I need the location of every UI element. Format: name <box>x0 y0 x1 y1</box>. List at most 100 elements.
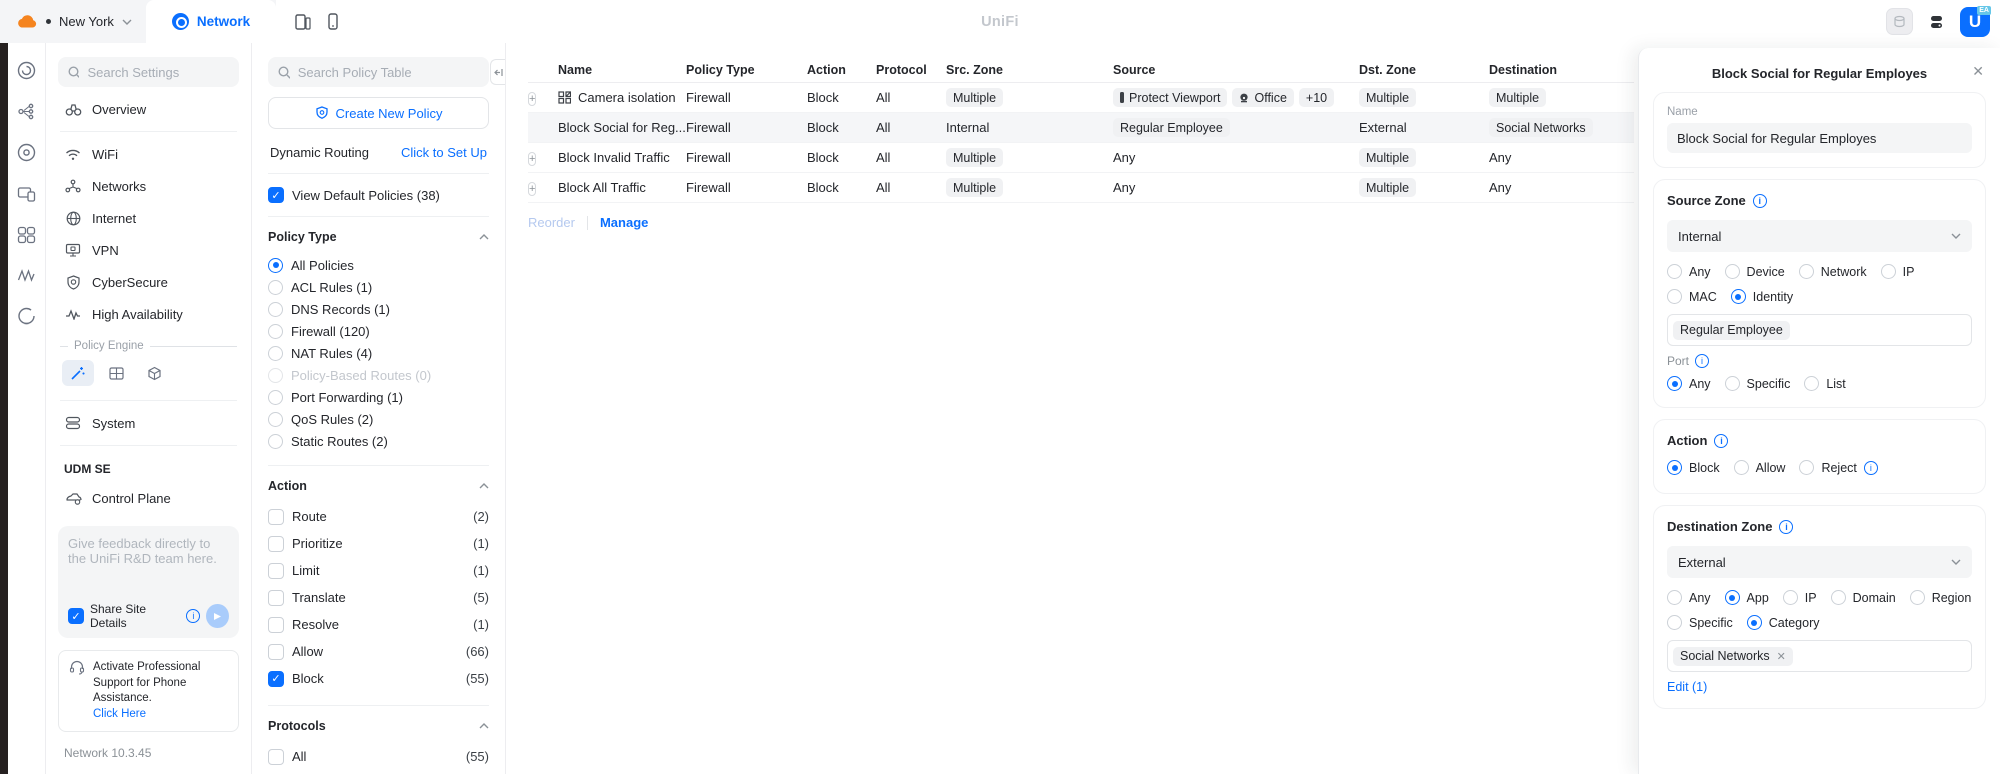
settings-search[interactable] <box>58 57 239 87</box>
sidebar-item-system[interactable]: System <box>58 407 239 439</box>
source-zone-dropdown[interactable]: Internal <box>1667 220 1972 252</box>
close-icon[interactable]: ✕ <box>1972 63 1984 80</box>
dest-type-region[interactable]: Region <box>1910 590 1972 605</box>
category-input[interactable]: Social Networks✕ <box>1667 640 1972 672</box>
share-site-checkbox[interactable]: ✓ <box>68 608 84 624</box>
identity-input[interactable]: Regular Employee <box>1667 314 1972 346</box>
policy-name-input[interactable] <box>1667 123 1972 153</box>
table-row-selected[interactable]: Block Social for Reg... Firewall Block A… <box>528 113 1634 143</box>
topology-icon[interactable] <box>17 101 37 121</box>
policy-type-option[interactable]: Port Forwarding (1) <box>268 386 489 408</box>
reorder-link[interactable]: Reorder <box>528 215 575 230</box>
dest-type-ip[interactable]: IP <box>1783 590 1817 605</box>
port-specific[interactable]: Specific <box>1725 376 1791 391</box>
sidebar-item-vpn[interactable]: VPN <box>58 234 239 266</box>
dest-mode-specific[interactable]: Specific <box>1667 615 1733 630</box>
devices-icon[interactable] <box>17 142 37 162</box>
action-filter-route[interactable]: Route(2) <box>268 503 489 530</box>
sidebar-item-networks[interactable]: Networks <box>58 170 239 202</box>
expand-row-button[interactable]: + <box>528 182 536 196</box>
policy-type-option[interactable]: All Policies <box>268 254 489 276</box>
policy-type-section-header[interactable]: Policy Type <box>268 230 489 244</box>
dest-type-app[interactable]: App <box>1725 590 1769 605</box>
table-row[interactable]: + Block All Traffic Firewall Block All M… <box>528 173 1634 203</box>
send-feedback-button[interactable] <box>206 604 229 628</box>
policy-engine-objects-button[interactable] <box>138 360 170 386</box>
port-list[interactable]: List <box>1804 376 1845 391</box>
info-icon[interactable]: i <box>1864 461 1878 475</box>
dest-mode-category[interactable]: Category <box>1747 615 1820 630</box>
sidebar-item-control-plane[interactable]: Control Plane <box>58 482 239 514</box>
source-type-ip[interactable]: IP <box>1881 264 1915 279</box>
action-section-header[interactable]: Action <box>268 479 489 493</box>
action-filter-allow[interactable]: Allow(66) <box>268 638 489 665</box>
source-type-mac[interactable]: MAC <box>1667 289 1717 304</box>
sidebar-item-internet[interactable]: Internet <box>58 202 239 234</box>
notifications-icon[interactable] <box>17 306 37 326</box>
info-icon[interactable]: i <box>1753 194 1767 208</box>
action-filter-block[interactable]: ✓Block(55) <box>268 665 489 692</box>
port-any[interactable]: Any <box>1667 376 1711 391</box>
info-icon[interactable]: i <box>186 609 200 623</box>
source-type-any[interactable]: Any <box>1667 264 1711 279</box>
protocols-section-header[interactable]: Protocols <box>268 719 489 733</box>
collapse-panel-handle[interactable] <box>490 59 505 85</box>
create-new-policy-button[interactable]: Create New Policy <box>268 97 489 129</box>
insights-icon[interactable] <box>17 265 37 285</box>
policy-type-option[interactable]: NAT Rules (4) <box>268 342 489 364</box>
source-type-identity[interactable]: Identity <box>1731 289 1793 304</box>
expand-row-button[interactable]: + <box>528 92 536 106</box>
policy-type-option[interactable]: DNS Records (1) <box>268 298 489 320</box>
users-icon[interactable] <box>17 224 37 244</box>
source-type-network[interactable]: Network <box>1799 264 1867 279</box>
action-allow[interactable]: Allow <box>1734 460 1786 475</box>
dynamic-routing-setup-link[interactable]: Click to Set Up <box>401 145 487 160</box>
policy-type-option[interactable]: ACL Rules (1) <box>268 276 489 298</box>
action-filter-resolve[interactable]: Resolve(1) <box>268 611 489 638</box>
policy-search[interactable] <box>268 57 489 87</box>
action-block[interactable]: Block <box>1667 460 1720 475</box>
info-icon[interactable]: i <box>1779 520 1793 534</box>
site-selector[interactable]: New York <box>0 0 146 43</box>
dest-type-any[interactable]: Any <box>1667 590 1711 605</box>
destination-zone-dropdown[interactable]: External <box>1667 546 1972 578</box>
sidebar-item-cybersecure[interactable]: CyberSecure <box>58 266 239 298</box>
console-device-icon[interactable] <box>294 14 312 30</box>
view-default-checkbox[interactable]: ✓ <box>268 187 284 203</box>
dashboard-icon[interactable] <box>17 60 37 80</box>
table-row[interactable]: + Block Invalid Traffic Firewall Block A… <box>528 143 1634 173</box>
edit-categories-link[interactable]: Edit (1) <box>1667 680 1972 694</box>
info-icon[interactable]: i <box>1695 354 1709 368</box>
action-filter-limit[interactable]: Limit(1) <box>268 557 489 584</box>
console-shortcut-button[interactable] <box>1923 8 1950 35</box>
table-row[interactable]: + Camera isolation Firewall Block All Mu… <box>528 83 1634 113</box>
support-click-here-link[interactable]: Click Here <box>93 707 228 723</box>
view-default-policies-checkbox-row[interactable]: ✓ View Default Policies (38) <box>268 187 489 203</box>
settings-search-input[interactable] <box>87 65 229 80</box>
policy-type-option[interactable]: Static Routes (2) <box>268 430 489 452</box>
protocol-filter-all[interactable]: All(55) <box>268 743 489 770</box>
feedback-textarea[interactable] <box>68 536 229 602</box>
policy-engine-table-button[interactable] <box>100 360 132 386</box>
sidebar-item-wifi[interactable]: WiFi <box>58 138 239 170</box>
tab-network[interactable]: Network <box>146 0 276 43</box>
policy-type-option[interactable]: QoS Rules (2) <box>268 408 489 430</box>
policy-search-input[interactable] <box>298 65 479 80</box>
policy-type-option[interactable]: Firewall (120) <box>268 320 489 342</box>
expand-row-button[interactable]: + <box>528 152 536 166</box>
unifi-account-button[interactable]: UEA <box>1960 7 1990 37</box>
manage-link[interactable]: Manage <box>600 215 648 230</box>
dest-type-domain[interactable]: Domain <box>1831 590 1896 605</box>
info-icon[interactable]: i <box>1714 434 1728 448</box>
storage-button[interactable] <box>1886 8 1913 35</box>
sidebar-item-high-availability[interactable]: High Availability <box>58 298 239 330</box>
action-filter-translate[interactable]: Translate(5) <box>268 584 489 611</box>
source-type-device[interactable]: Device <box>1725 264 1785 279</box>
mobile-device-icon[interactable] <box>328 13 338 30</box>
sidebar-item-overview[interactable]: Overview <box>58 93 239 125</box>
action-reject[interactable]: Rejecti <box>1799 460 1877 475</box>
remove-tag-icon[interactable]: ✕ <box>1777 650 1786 663</box>
policy-engine-wizard-button[interactable] <box>62 360 94 386</box>
action-filter-prioritize[interactable]: Prioritize(1) <box>268 530 489 557</box>
clients-icon[interactable] <box>17 183 37 203</box>
